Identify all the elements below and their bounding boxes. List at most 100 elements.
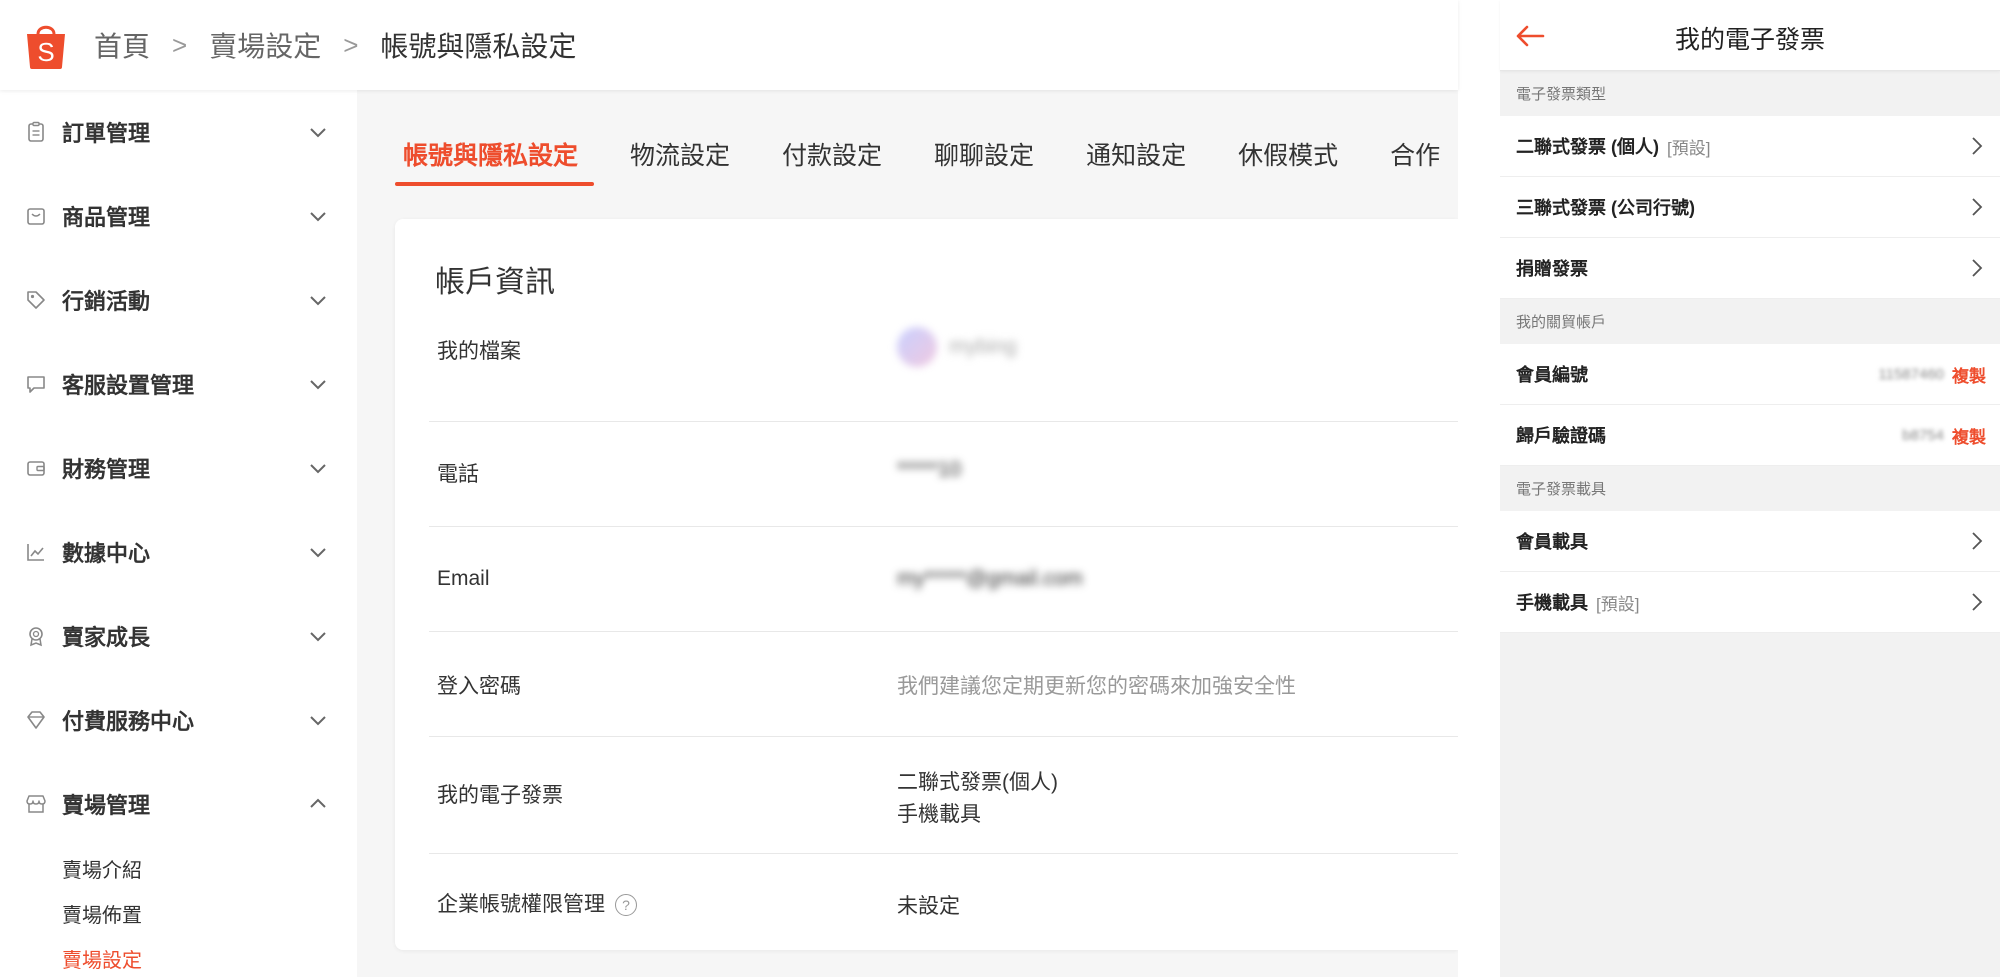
avatar bbox=[897, 327, 937, 367]
item-label: 會員載具 bbox=[1516, 532, 1588, 552]
e-invoice-panel: 我的電子發票 電子發票類型 二聯式發票 (個人) [預設] 三聯式發票 (公司行… bbox=[1500, 0, 2000, 977]
panel-title: 我的電子發票 bbox=[1674, 26, 1825, 54]
sidebar-item-label: 數據中心 bbox=[62, 541, 151, 566]
breadcrumb-home[interactable]: 首頁 bbox=[94, 25, 150, 65]
sidebar-subitem-shop-intro[interactable]: 賣場介紹 bbox=[0, 846, 357, 891]
tab-chat[interactable]: 聊聊設定 bbox=[908, 136, 1060, 190]
invoice-type-company[interactable]: 三聯式發票 (公司行號) bbox=[1500, 177, 2000, 238]
invoice-carrier: 手機載具 bbox=[897, 803, 981, 826]
sidebar-item-label: 行銷活動 bbox=[62, 289, 151, 314]
username: mybing bbox=[949, 334, 1017, 358]
default-tag: [預設] bbox=[1667, 138, 1711, 158]
copy-member-number-button[interactable]: 複製 bbox=[1952, 362, 1986, 387]
account-info-card: 帳戶資訊 我的檔案 mybing 電話 *****10 Email my****… bbox=[395, 219, 1458, 950]
svg-text:S: S bbox=[37, 37, 54, 67]
verification-code-row: 歸戶驗證碼 b8754 複製 bbox=[1500, 405, 2000, 466]
default-tag: [預設] bbox=[1596, 594, 1640, 614]
tab-vacation-mode[interactable]: 休假模式 bbox=[1212, 136, 1364, 190]
item-label: 手機載具 bbox=[1516, 593, 1588, 613]
password-hint: 我們建議您定期更新您的密碼來加強安全性 bbox=[897, 675, 1296, 698]
panel-margin bbox=[1458, 0, 1500, 977]
e-invoice-value[interactable]: 二聯式發票(個人) 手機載具 bbox=[897, 767, 1058, 831]
row-my-profile: 我的檔案 mybing bbox=[429, 309, 1458, 422]
section-invoice-types: 電子發票類型 bbox=[1516, 86, 1607, 103]
verification-code-value: b8754 bbox=[1902, 426, 1944, 444]
sidebar-item-label: 賣家成長 bbox=[62, 625, 151, 650]
sidebar-item-seller-growth[interactable]: 賣家成長 bbox=[0, 594, 357, 678]
shopee-logo[interactable]: S bbox=[24, 20, 68, 70]
wallet-icon bbox=[24, 456, 48, 480]
sidebar-item-data-center[interactable]: 數據中心 bbox=[0, 510, 357, 594]
row-label: Email bbox=[437, 567, 490, 590]
carrier-member[interactable]: 會員載具 bbox=[1500, 511, 2000, 572]
breadcrumb-separator: > bbox=[343, 29, 359, 60]
sidebar-item-marketing[interactable]: 行銷活動 bbox=[0, 258, 357, 342]
item-label: 捐贈發票 bbox=[1516, 259, 1588, 279]
chevron-right-icon bbox=[1972, 137, 1983, 155]
invoice-type-personal[interactable]: 二聯式發票 (個人) [預設] bbox=[1500, 116, 2000, 177]
enterprise-permission-value: 未設定 bbox=[897, 895, 960, 918]
help-icon[interactable]: ? bbox=[615, 894, 637, 917]
clipboard-icon bbox=[24, 120, 48, 144]
sidebar-subitem-shop-settings[interactable]: 賣場設定 bbox=[0, 936, 357, 977]
sidebar-item-shop-management[interactable]: 賣場管理 bbox=[0, 762, 357, 846]
row-label: 企業帳號權限管理? bbox=[437, 888, 637, 918]
row-e-invoice: 我的電子發票 二聯式發票(個人) 手機載具 bbox=[429, 737, 1458, 854]
chevron-down-icon bbox=[310, 128, 326, 138]
copy-verification-code-button[interactable]: 複製 bbox=[1952, 423, 1986, 448]
row-label: 登入密碼 bbox=[437, 675, 521, 698]
tab-account-privacy[interactable]: 帳號與隱私設定 bbox=[357, 136, 604, 190]
chevron-up-icon bbox=[310, 798, 326, 808]
chevron-right-icon bbox=[1972, 259, 1983, 277]
enterprise-permission-label: 企業帳號權限管理 bbox=[437, 893, 605, 916]
carrier-mobile[interactable]: 手機載具 [預設] bbox=[1500, 572, 2000, 633]
tab-shipping[interactable]: 物流設定 bbox=[604, 136, 756, 190]
chevron-down-icon bbox=[310, 548, 326, 558]
profile-value[interactable]: mybing bbox=[897, 327, 1017, 367]
sidebar-item-label: 商品管理 bbox=[62, 205, 151, 230]
tab-notifications[interactable]: 通知設定 bbox=[1060, 136, 1212, 190]
sidebar-item-label: 客服設置管理 bbox=[62, 373, 195, 398]
breadcrumb-shop-settings[interactable]: 賣場設定 bbox=[209, 25, 321, 65]
sidebar-item-customer-service[interactable]: 客服設置管理 bbox=[0, 342, 357, 426]
tab-partner[interactable]: 合作 bbox=[1364, 136, 1440, 190]
row-label: 我的電子發票 bbox=[437, 784, 563, 807]
chevron-down-icon bbox=[310, 212, 326, 222]
member-number-value: 11587460 bbox=[1878, 365, 1944, 383]
item-label: 三聯式發票 (公司行號) bbox=[1516, 198, 1695, 218]
breadcrumb-separator: > bbox=[172, 29, 188, 60]
phone-value: *****10 bbox=[897, 458, 962, 481]
diamond-icon bbox=[24, 708, 48, 732]
chart-icon bbox=[24, 540, 48, 564]
member-number-row: 會員編號 11587460 複製 bbox=[1500, 344, 2000, 405]
row-phone: 電話 *****10 bbox=[429, 422, 1458, 527]
invoice-type: 二聯式發票(個人) bbox=[897, 771, 1058, 794]
chevron-down-icon bbox=[310, 464, 326, 474]
invoice-type-donation[interactable]: 捐贈發票 bbox=[1500, 238, 2000, 299]
sidebar-item-paid-services[interactable]: 付費服務中心 bbox=[0, 678, 357, 762]
email-value: my*****@gmail.com bbox=[897, 567, 1083, 590]
chat-icon bbox=[24, 372, 48, 396]
sidebar-item-orders[interactable]: 訂單管理 bbox=[0, 90, 357, 174]
top-header: S 首頁 > 賣場設定 > 帳號與隱私設定 bbox=[0, 0, 1458, 90]
item-label: 歸戶驗證碼 bbox=[1516, 426, 1606, 446]
sidebar-subitem-shop-decoration[interactable]: 賣場佈置 bbox=[0, 891, 357, 936]
sidebar-item-finance[interactable]: 財務管理 bbox=[0, 426, 357, 510]
breadcrumb: 首頁 > 賣場設定 > 帳號與隱私設定 bbox=[94, 25, 576, 65]
chevron-down-icon bbox=[310, 716, 326, 726]
sidebar-item-products[interactable]: 商品管理 bbox=[0, 174, 357, 258]
tab-payment[interactable]: 付款設定 bbox=[756, 136, 908, 190]
sidebar-item-label: 財務管理 bbox=[62, 457, 151, 482]
chevron-right-icon bbox=[1972, 593, 1983, 611]
card-title: 帳戶資訊 bbox=[435, 266, 555, 299]
breadcrumb-current: 帳號與隱私設定 bbox=[380, 31, 577, 62]
bag-icon bbox=[24, 204, 48, 228]
row-label: 我的檔案 bbox=[437, 340, 521, 363]
section-carriers: 電子發票載具 bbox=[1516, 481, 1607, 498]
chevron-right-icon bbox=[1972, 198, 1983, 216]
row-enterprise-permission: 企業帳號權限管理? 未設定 bbox=[429, 854, 1458, 950]
panel-header: 我的電子發票 bbox=[1500, 0, 2000, 71]
chevron-down-icon bbox=[310, 632, 326, 642]
chevron-right-icon bbox=[1972, 532, 1983, 550]
row-label: 電話 bbox=[437, 463, 479, 486]
